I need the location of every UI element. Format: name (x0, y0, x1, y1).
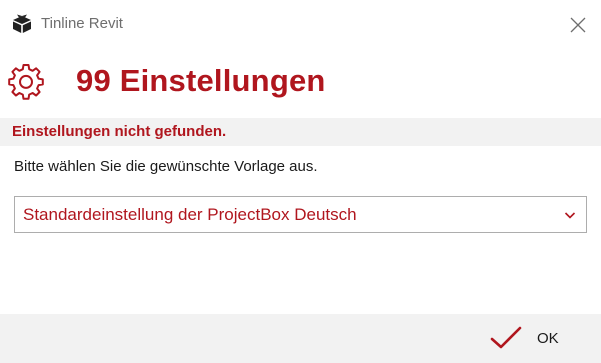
window-titlebar: Tinline Revit (0, 0, 601, 50)
instruction-text: Bitte wählen Sie die gewünschte Vorlage … (14, 158, 318, 175)
error-message: Einstellungen nicht gefunden. (12, 123, 227, 140)
dialog-header: 99 Einstellungen (0, 58, 601, 108)
checkmark-icon (490, 326, 522, 349)
close-icon[interactable] (567, 14, 589, 36)
gear-icon (8, 64, 44, 100)
template-select-value: Standardeinstellung der ProjectBox Deuts… (23, 205, 357, 224)
ok-button[interactable]: OK (480, 320, 590, 356)
template-select[interactable]: Standardeinstellung der ProjectBox Deuts… (14, 196, 587, 233)
page-title: 99 Einstellungen (76, 63, 326, 98)
dialog-footer: OK (0, 314, 601, 363)
ok-button-label: OK (537, 330, 559, 347)
chevron-down-icon (564, 212, 576, 219)
error-message-band: Einstellungen nicht gefunden. (0, 118, 601, 146)
box-icon (13, 14, 31, 33)
window-title: Tinline Revit (41, 15, 123, 32)
